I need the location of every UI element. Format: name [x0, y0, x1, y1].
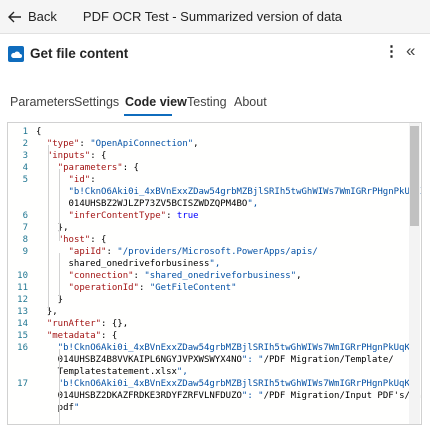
- line-number: 12: [17, 295, 28, 305]
- code-text: "inputs": {: [46, 151, 107, 161]
- code-line: 13 },: [8, 306, 408, 318]
- line-number: 6: [22, 211, 28, 221]
- code-line: 14 "runAfter": {},: [8, 318, 408, 330]
- code-line: 9 "apiId": "/providers/Microsoft.PowerAp…: [8, 246, 408, 258]
- active-tab-indicator: [124, 114, 172, 116]
- code-text: "b!CknO6Aki0i_4xBVnExxZDaw54grbMZBjlSRIh…: [68, 187, 422, 197]
- line-number: 9: [22, 247, 28, 257]
- line-number: 14: [17, 319, 28, 329]
- code-line: 7 },: [8, 222, 408, 234]
- code-text: "inferContentType": true: [68, 211, 199, 221]
- code-text: "apiId": "/providers/Microsoft.PowerApps…: [68, 247, 318, 257]
- tab-testing[interactable]: Testing: [187, 95, 227, 109]
- line-number: 16: [17, 343, 28, 353]
- code-line: 1{: [8, 126, 408, 138]
- line-number: 3: [22, 151, 28, 161]
- line-number: 17: [17, 379, 28, 389]
- code-line: 16 "b!CknO6Aki0i_4xBVnExxZDaw54grbMZBjlS…: [8, 342, 421, 354]
- top-bar: Back PDF OCR Test - Summarized version o…: [0, 0, 430, 34]
- indent-guide: [59, 169, 60, 241]
- code-text: pdf": [36, 403, 80, 413]
- back-button[interactable]: Back: [8, 9, 57, 24]
- tab-parameters[interactable]: Parameters: [10, 95, 75, 109]
- code-text: },: [36, 307, 58, 317]
- tab-code-view[interactable]: Code view: [125, 95, 187, 109]
- code-line: 014UHSBZ2DKAZFRDKE3RDYFZRFVLNFDUZO": "/P…: [8, 390, 421, 402]
- tab-bar: Parameters Settings Code view Testing Ab…: [0, 88, 430, 118]
- line-number: 7: [22, 223, 28, 233]
- code-text: shared_onedriveforbusiness",: [36, 259, 221, 269]
- collapse-panel-icon[interactable]: «: [406, 41, 415, 61]
- onedrive-connector-icon: [8, 46, 24, 62]
- code-line: 014UHSBZ4B8VVKAIPL6NGYJVPXWSWYX4NO": "/P…: [8, 354, 408, 366]
- code-text: 014UHSBZ2WJLZP73ZV5BCISZWDZQPM4BO",: [36, 199, 259, 209]
- line-number: 8: [22, 235, 28, 245]
- tab-about[interactable]: About: [234, 95, 267, 109]
- indent-guide: [48, 145, 49, 311]
- line-number: 15: [17, 331, 28, 341]
- code-text: "connection": "shared_onedriveforbusines…: [68, 271, 302, 281]
- line-number: 4: [22, 163, 28, 173]
- code-text: "b!CknO6Aki0i_4xBVnExxZDaw54grbMZBjlSRIh…: [57, 379, 421, 389]
- line-number: 11: [17, 283, 28, 293]
- tab-settings[interactable]: Settings: [74, 95, 119, 109]
- code-text: 014UHSBZ2DKAZFRDKE3RDYFZRFVLNFDUZO": "/P…: [36, 391, 421, 401]
- code-text: "runAfter": {},: [46, 319, 129, 329]
- code-line: 8 "host": {: [8, 234, 408, 246]
- code-line: 17 "b!CknO6Aki0i_4xBVnExxZDaw54grbMZBjlS…: [8, 378, 421, 390]
- code-text: {: [36, 127, 42, 137]
- code-text: "id":: [68, 175, 96, 185]
- code-line: 10 "connection": "shared_onedriveforbusi…: [8, 270, 408, 282]
- more-options-icon[interactable]: ⋮: [384, 43, 399, 61]
- code-line: 4 "parameters": {: [8, 162, 408, 174]
- code-text: },: [36, 223, 69, 233]
- arrow-left-icon: [8, 11, 21, 22]
- flow-title: PDF OCR Test - Summarized version of dat…: [82, 9, 343, 24]
- code-text: 014UHSBZ4B8VVKAIPL6NGYJVPXWSWYX4NO": "/P…: [36, 355, 394, 365]
- line-number: 2: [22, 139, 28, 149]
- code-editor[interactable]: 1{2 "type": "OpenApiConnection", 3 "input…: [7, 122, 422, 425]
- line-number: 5: [22, 175, 28, 185]
- line-number: 13: [17, 307, 28, 317]
- code-text: "type": "OpenApiConnection",: [46, 139, 199, 149]
- code-text: "operationId": "GetFileContent": [68, 283, 237, 293]
- indent-guide: [59, 349, 60, 424]
- line-number: 1: [22, 127, 28, 137]
- code-line: Templatestatement.xlsx",: [8, 366, 408, 378]
- action-title: Get file content: [30, 46, 129, 61]
- code-line: 3 "inputs": {: [8, 150, 408, 162]
- code-text: "metadata": {: [46, 331, 118, 341]
- code-line: "b!CknO6Aki0i_4xBVnExxZDaw54grbMZBjlSRIh…: [8, 186, 421, 198]
- line-number: 10: [17, 271, 28, 281]
- code-line: 15 "metadata": {: [8, 330, 408, 342]
- code-text: "b!CknO6Aki0i_4xBVnExxZDaw54grbMZBjlSRIh…: [57, 343, 421, 353]
- code-line: shared_onedriveforbusiness",: [8, 258, 408, 270]
- indent-guide: [59, 253, 60, 301]
- code-line: 014UHSBZ2WJLZP73ZV5BCISZWDZQPM4BO",: [8, 198, 408, 210]
- code-line: pdf": [8, 402, 408, 414]
- code-text: "host": {: [57, 235, 107, 245]
- code-line: 11 "operationId": "GetFileContent": [8, 282, 408, 294]
- code-line: 2 "type": "OpenApiConnection",: [8, 138, 408, 150]
- code-text: "parameters": {: [57, 163, 139, 173]
- code-line: 6 "inferContentType": true: [8, 210, 408, 222]
- scrollbar-thumb[interactable]: [410, 126, 419, 226]
- back-label: Back: [28, 9, 57, 24]
- code-line: 12 }: [8, 294, 408, 306]
- code-line: 5 "id":: [8, 174, 408, 186]
